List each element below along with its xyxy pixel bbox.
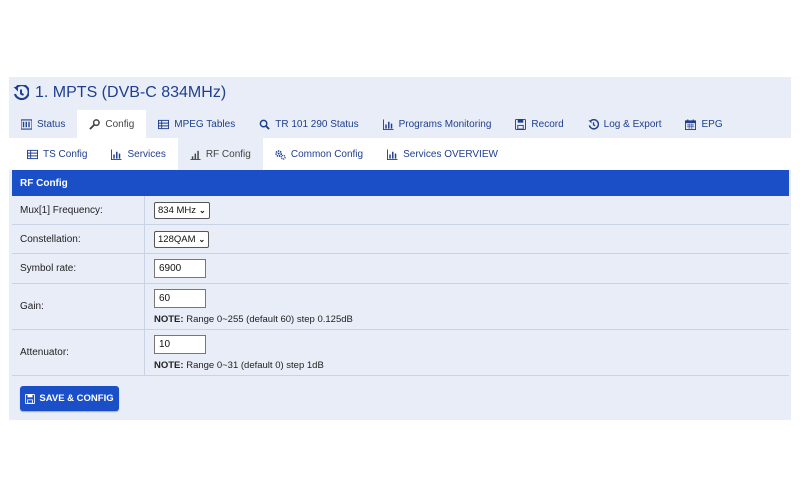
status-bars-icon — [21, 118, 32, 130]
page-title: 1. MPTS (DVB-C 834MHz) — [13, 82, 226, 104]
subtab-common-config[interactable]: Common Config — [263, 138, 375, 170]
sub-tabs: TS Config Services RF Config Common Conf… — [15, 138, 510, 170]
gain-note-text: Range 0~255 (default 60) step 0.125dB — [183, 313, 353, 325]
subtab-services-label: Services — [127, 148, 166, 160]
subtab-common-config-label: Common Config — [290, 148, 364, 160]
search-icon — [259, 119, 270, 130]
tab-programs-monitoring-label: Programs Monitoring — [398, 118, 492, 130]
rf-config-header: RF Config — [12, 170, 789, 196]
table-icon — [158, 119, 170, 129]
gain-note: NOTE: Range 0~255 (default 60) step 0.12… — [154, 314, 789, 325]
subtab-services[interactable]: Services — [99, 138, 177, 170]
tab-mpeg-tables-label: MPEG Tables — [174, 118, 236, 130]
calendar-icon — [685, 118, 697, 130]
config-panel: 1. MPTS (DVB-C 834MHz) Status Config MPE… — [9, 77, 791, 420]
tab-log-export-label: Log & Export — [603, 118, 662, 130]
subtab-services-overview[interactable]: Services OVERVIEW — [375, 138, 510, 170]
row-constellation: Constellation: 128QAM ⌄ — [12, 225, 789, 254]
attenuator-label: Attenuator: — [12, 330, 145, 375]
subtab-rf-config[interactable]: RF Config — [177, 138, 263, 170]
row-symbol-rate: Symbol rate: 6900 — [12, 254, 789, 284]
attenuator-note: NOTE: Range 0~31 (default 0) step 1dB — [154, 360, 789, 371]
tab-mpeg-tables[interactable]: MPEG Tables — [146, 110, 247, 138]
tab-epg[interactable]: EPG — [673, 110, 734, 138]
tab-config-label: Config — [105, 118, 135, 130]
gain-input[interactable]: 60 — [154, 288, 206, 308]
tab-epg-label: EPG — [701, 118, 723, 130]
sub-tab-bar: TS Config Services RF Config Common Conf… — [9, 138, 791, 170]
symbol-rate-label: Symbol rate: — [12, 254, 145, 283]
mux-frequency-value: 834 MHz — [158, 204, 197, 216]
mux-frequency-label: Mux[1] Frequency: — [12, 196, 145, 224]
subtab-ts-config[interactable]: TS Config — [15, 138, 99, 170]
save-icon — [515, 118, 527, 130]
save-config-button[interactable]: SAVE & CONFIG — [20, 386, 119, 411]
gain-label: Gain: — [12, 284, 145, 329]
row-attenuator: Attenuator: 10 NOTE: Range 0~31 (default… — [12, 330, 789, 376]
attenuator-note-label: NOTE: — [154, 359, 184, 371]
save-icon — [25, 393, 36, 404]
tab-record[interactable]: Record — [503, 110, 575, 138]
history-icon — [588, 118, 599, 129]
save-config-label: SAVE & CONFIG — [39, 393, 114, 404]
attenuator-note-text: Range 0~31 (default 0) step 1dB — [183, 359, 324, 371]
tab-tr101290-label: TR 101 290 Status — [275, 118, 359, 130]
bar-chart-icon — [111, 148, 123, 160]
bar-chart-icon — [387, 148, 398, 160]
tab-record-label: Record — [531, 118, 564, 130]
page-title-text: 1. MPTS (DVB-C 834MHz) — [35, 84, 227, 101]
mux-frequency-select[interactable]: 834 MHz ⌄ — [154, 201, 210, 219]
constellation-select[interactable]: 128QAM ⌄ — [154, 230, 210, 248]
wrench-icon — [89, 118, 101, 130]
tab-status[interactable]: Status — [9, 110, 77, 138]
tab-status-label: Status — [37, 118, 66, 130]
signal-icon — [190, 150, 201, 160]
attenuator-input[interactable]: 10 — [154, 334, 206, 354]
tab-config[interactable]: Config — [77, 110, 147, 138]
chevron-down-icon: ⌄ — [199, 205, 206, 215]
history-icon — [13, 85, 29, 101]
cogs-icon — [275, 149, 286, 160]
main-tabs: Status Config MPEG Tables TR 101 290 Sta… — [9, 110, 735, 138]
row-mux-frequency: Mux[1] Frequency: 834 MHz ⌄ — [12, 196, 789, 225]
chevron-down-icon: ⌄ — [198, 234, 206, 244]
row-gain: Gain: 60 NOTE: Range 0~255 (default 60) … — [12, 284, 789, 330]
table-icon — [27, 149, 38, 159]
symbol-rate-input[interactable]: 6900 — [154, 259, 206, 278]
tab-programs-monitoring[interactable]: Programs Monitoring — [371, 110, 504, 138]
constellation-value: 128QAM — [158, 233, 196, 245]
constellation-label: Constellation: — [12, 225, 145, 253]
tab-log-export[interactable]: Log & Export — [576, 110, 674, 138]
rf-config-table: Mux[1] Frequency: 834 MHz ⌄ Constellatio… — [12, 196, 789, 376]
subtab-rf-config-label: RF Config — [205, 148, 251, 160]
subtab-services-overview-label: Services OVERVIEW — [403, 148, 498, 160]
gain-note-label: NOTE: — [154, 313, 184, 325]
subtab-ts-config-label: TS Config — [43, 148, 88, 160]
tab-tr101290-status[interactable]: TR 101 290 Status — [247, 110, 370, 138]
bar-chart-icon — [382, 118, 394, 130]
